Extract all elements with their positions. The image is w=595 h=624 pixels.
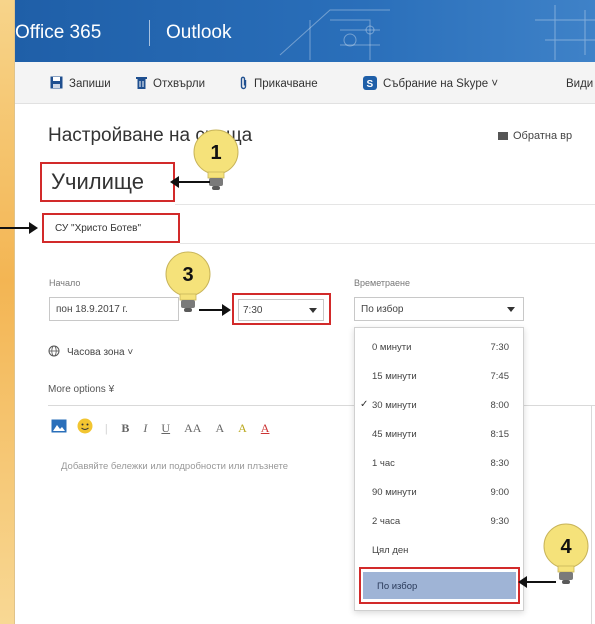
trash-icon	[136, 76, 147, 92]
timezone-label: Часова зона ˅	[67, 347, 134, 358]
chevron-down-icon	[507, 307, 515, 312]
duration-option[interactable]: 1 час 8:30	[355, 448, 523, 477]
app-header: Office 365 Outlook	[15, 0, 595, 62]
bold-icon[interactable]: B	[121, 421, 129, 436]
duration-selected-value: По избор	[361, 304, 404, 315]
insert-picture-icon[interactable]	[51, 419, 67, 438]
duration-option-time: 7:30	[490, 342, 510, 353]
checkmark-icon: ✓	[360, 399, 369, 410]
location-input[interactable]: СУ "Христо Ботев"	[42, 213, 180, 243]
duration-option-label: 90 минути	[372, 487, 417, 498]
header-pattern-decoration-right	[535, 5, 595, 60]
duration-option-time: 8:00	[490, 400, 510, 411]
view-button[interactable]: Види	[566, 75, 593, 93]
skype-meeting-button[interactable]: S Събрание на Skype ˅	[363, 75, 498, 93]
chevron-down-icon	[309, 308, 317, 313]
duration-option[interactable]: 90 минути 9:00	[355, 477, 523, 506]
duration-option-label: 15 минути	[372, 371, 417, 382]
outlook-window: Office 365 Outlook Запиши Отхвърли Прика…	[14, 0, 595, 624]
timezone-button[interactable]: Часова зона ˅	[48, 345, 133, 360]
duration-select[interactable]: По избор	[354, 297, 524, 321]
duration-label: Времетраене	[354, 278, 411, 288]
save-icon	[50, 76, 63, 92]
header-divider	[149, 20, 150, 46]
attach-button-label: Прикачване	[254, 78, 318, 90]
header-pattern-decoration	[279, 9, 390, 60]
duration-option[interactable]: 0 минути 7:30	[355, 332, 523, 361]
italic-icon[interactable]: I	[143, 421, 147, 436]
lightbulb-marker-1-icon: 1	[193, 129, 239, 190]
arrow-right-icon	[0, 222, 38, 234]
globe-icon	[48, 345, 60, 360]
skype-meeting-label: Събрание на Skype ˅	[383, 78, 499, 90]
toolbar-separator: |	[105, 420, 108, 435]
emoji-icon[interactable]	[77, 418, 93, 439]
duration-option-label: 0 минути	[372, 342, 412, 353]
duration-option-selected[interactable]: ✓ 30 минути 8:00	[355, 390, 523, 419]
duration-option[interactable]: 2 часа 9:30	[355, 506, 523, 535]
duration-option-time: 7:45	[490, 371, 510, 382]
body-editor-placeholder[interactable]: Добавяйте бележки или подробности или пл…	[61, 461, 361, 472]
feedback-label: Обратна вр	[513, 130, 573, 142]
duration-option-label: 2 часа	[372, 516, 401, 527]
duration-option-custom[interactable]: По избор	[359, 567, 520, 604]
subject-underline	[175, 204, 595, 205]
feedback-icon	[498, 132, 508, 140]
duration-option-label: 45 минути	[372, 429, 417, 440]
more-options-link[interactable]: More options ¥	[48, 384, 114, 395]
location-underline	[180, 243, 595, 244]
attach-button[interactable]: Прикачване	[239, 75, 318, 93]
duration-option-time: 9:30	[490, 516, 510, 527]
start-time-field[interactable]: 7:30	[232, 293, 331, 325]
save-button[interactable]: Запиши	[50, 75, 111, 93]
duration-option-all-day[interactable]: Цял ден	[355, 535, 523, 564]
font-size-icon[interactable]: AA	[184, 421, 201, 436]
grow-font-icon[interactable]: A	[215, 421, 224, 436]
save-button-label: Запиши	[69, 78, 111, 90]
duration-option[interactable]: 15 минути 7:45	[355, 361, 523, 390]
marker-4-number: 4	[560, 536, 572, 558]
svg-text:S: S	[367, 79, 374, 90]
discard-button-label: Отхвърли	[153, 78, 206, 90]
discard-button[interactable]: Отхвърли	[136, 75, 205, 93]
duration-option[interactable]: 45 минути 8:15	[355, 419, 523, 448]
arrow-left-icon	[518, 576, 556, 588]
duration-option-time: 9:00	[490, 487, 510, 498]
underline-icon[interactable]: U	[161, 421, 170, 436]
duration-option-time: 8:15	[490, 429, 510, 440]
duration-option-time: 8:30	[490, 458, 510, 469]
view-button-label: Види	[566, 78, 594, 90]
duration-option-custom-label: По избор	[363, 572, 516, 599]
arrow-left-icon	[170, 176, 210, 188]
highlight-icon[interactable]: A	[238, 421, 247, 436]
skype-icon: S	[363, 75, 377, 93]
paperclip-icon	[239, 76, 248, 93]
duration-option-label: 30 минути	[372, 400, 417, 411]
command-bar: Запиши Отхвърли Прикачване S Събрание на…	[15, 62, 595, 104]
duration-option-label: Цял ден	[372, 545, 409, 556]
feedback-link[interactable]: Обратна вр	[498, 130, 572, 142]
marker-3-number: 3	[182, 264, 193, 286]
duration-option-label: 1 час	[372, 458, 395, 469]
duration-dropdown-menu: 0 минути 7:30 15 минути 7:45 ✓ 30 минути…	[354, 327, 524, 611]
font-color-icon[interactable]: A	[261, 421, 270, 436]
marker-1-number: 1	[210, 142, 221, 164]
editor-toolbar: | B I U AA A A A	[51, 416, 283, 440]
arrow-right-icon	[199, 304, 231, 316]
subject-input[interactable]: Училище	[40, 162, 175, 202]
module-title[interactable]: Outlook	[166, 22, 231, 44]
start-label: Начало	[49, 278, 81, 288]
app-launcher-title[interactable]: Office 365	[15, 22, 101, 44]
